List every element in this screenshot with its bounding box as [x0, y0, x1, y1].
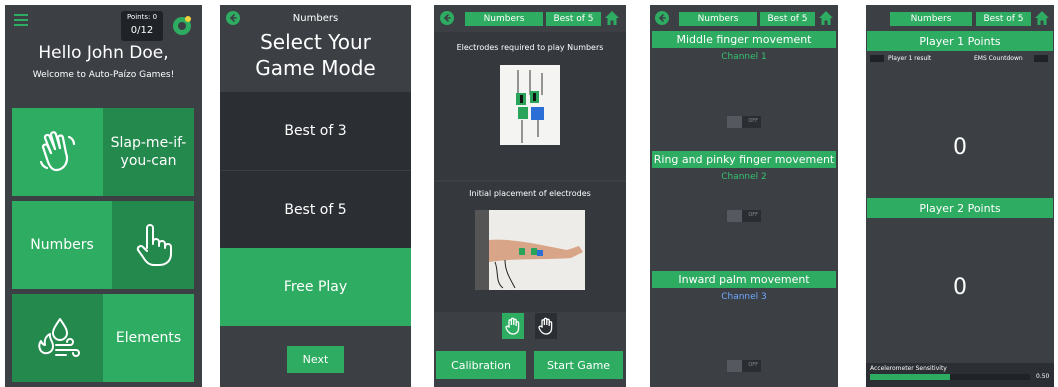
- app-logo-icon: [173, 16, 191, 35]
- electrodes-screen: Numbers Best of 5 Electrodes required to…: [434, 5, 626, 387]
- player1-header-text: Player 1 Points: [919, 34, 1001, 48]
- hand-select-button[interactable]: [502, 313, 524, 339]
- game-mode-text: Best of 5: [983, 14, 1024, 24]
- mode-option-label: Best of 5: [284, 201, 347, 218]
- game-mode-text: Best of 5: [767, 14, 808, 24]
- game-mode-text: Best of 5: [553, 14, 594, 24]
- game-name-text: Numbers: [483, 14, 525, 24]
- channel-label-1: Channel 1: [721, 52, 767, 62]
- player2-score: 0: [953, 275, 967, 300]
- movement-header-2: Ring and pinky finger movement: [652, 151, 836, 168]
- menu-icon[interactable]: [14, 14, 28, 26]
- points-badge: Points: 0 0/12: [121, 11, 163, 41]
- welcome-text: Welcome to Auto-Paízo Games!: [32, 70, 175, 80]
- tile-label-numbers: Numbers: [30, 237, 94, 253]
- hand-select-button[interactable]: [535, 313, 557, 339]
- movement-channels-screen: Numbers Best of 5 Middle finger movement…: [650, 5, 838, 387]
- waving-hand-icon: [12, 108, 103, 196]
- pointing-hand-icon: [112, 201, 194, 289]
- sensitivity-label: Accelerometer Sensitivity: [870, 365, 947, 372]
- page-title-text: Select Your Game Mode: [255, 30, 376, 80]
- channel-label-3: Channel 3: [721, 292, 767, 302]
- player1-header: Player 1 Points: [867, 31, 1053, 51]
- player1-result-label: Player 1 result: [888, 55, 932, 62]
- game-tile-elements[interactable]: Elements: [12, 294, 194, 382]
- next-button[interactable]: Next: [287, 346, 344, 373]
- points-value: 0/12: [130, 25, 154, 36]
- home-icon[interactable]: [1034, 10, 1050, 26]
- game-mode-screen: Numbers Select Your Game Mode Best of 3 …: [220, 5, 411, 387]
- ems-countdown-label: EMS Countdown: [974, 55, 1023, 62]
- channel-2-toggle[interactable]: OFF: [727, 210, 761, 222]
- mode-option-label: Free Play: [283, 279, 348, 295]
- tile-label-box: Numbers: [12, 201, 113, 289]
- tile-label-elements: Elements: [115, 330, 182, 346]
- placement-title: Initial placement of electrodes: [469, 189, 591, 198]
- game-tile-slap[interactable]: Slap-me-if-you-can: [12, 108, 194, 196]
- page-title: Select Your Game Mode: [220, 29, 411, 81]
- game-name-pill: Numbers: [890, 12, 972, 26]
- home-screen: Points: 0 0/12 Hello John Doe, Welcome t…: [5, 5, 202, 387]
- home-icon[interactable]: [604, 10, 620, 26]
- points-label: Points: 0: [126, 13, 158, 21]
- movement-name: Inward palm movement: [678, 273, 810, 286]
- game-tile-numbers[interactable]: Numbers: [12, 201, 194, 289]
- tile-label-box: Elements: [103, 294, 194, 382]
- electrodes-image: [500, 65, 560, 145]
- start-game-button[interactable]: Start Game: [534, 351, 623, 379]
- hand-icon: [505, 317, 520, 335]
- game-name-pill: Numbers: [465, 12, 543, 26]
- scoreboard-screen: Numbers Best of 5 Player 1 Points Player…: [866, 5, 1054, 387]
- start-game-label: Start Game: [546, 358, 611, 372]
- ems-countdown-switch[interactable]: [1034, 55, 1048, 62]
- player2-header-text: Player 2 Points: [919, 201, 1001, 215]
- calibration-label: Calibration: [451, 358, 511, 372]
- hand-icon: [538, 317, 553, 335]
- mode-option-best-of-3[interactable]: Best of 3: [220, 92, 411, 170]
- channel-1-toggle[interactable]: OFF: [727, 116, 761, 128]
- game-name-header: Numbers: [292, 13, 339, 24]
- channel-3-toggle[interactable]: OFF: [727, 360, 761, 372]
- sensitivity-slider-fill: [870, 374, 950, 380]
- movement-name: Ring and pinky finger movement: [653, 153, 835, 166]
- game-mode-pill: Best of 5: [546, 12, 601, 26]
- next-button-label: Next: [302, 353, 329, 366]
- game-mode-pill: Best of 5: [760, 12, 815, 26]
- toggle-state: OFF: [748, 362, 758, 368]
- back-arrow-icon[interactable]: [440, 11, 454, 25]
- player2-header: Player 2 Points: [867, 198, 1053, 218]
- electrodes-title: Electrodes required to play Numbers: [456, 43, 604, 52]
- mode-option-label: Best of 3: [284, 123, 347, 139]
- toggle-state: OFF: [748, 212, 758, 218]
- home-icon[interactable]: [818, 10, 834, 26]
- player1-result-switch[interactable]: [870, 55, 884, 62]
- back-arrow-icon[interactable]: [655, 11, 669, 25]
- player1-score: 0: [953, 135, 967, 160]
- game-name-pill: Numbers: [679, 12, 757, 26]
- sensitivity-slider[interactable]: [870, 374, 1030, 380]
- movement-header-1: Middle finger movement: [652, 31, 836, 48]
- tile-label-slap: Slap-me-if-you-can: [110, 135, 187, 169]
- calibration-button[interactable]: Calibration: [436, 351, 526, 379]
- mode-option-best-of-5[interactable]: Best of 5: [220, 170, 411, 248]
- greeting-text: Hello John Doe,: [38, 43, 169, 63]
- movement-name: Middle finger movement: [676, 33, 812, 46]
- mode-option-free-play[interactable]: Free Play: [220, 248, 411, 326]
- movement-header-3: Inward palm movement: [652, 271, 836, 288]
- tile-label-box: Slap-me-if-you-can: [103, 108, 194, 196]
- game-mode-pill: Best of 5: [976, 12, 1031, 26]
- elements-icon: [12, 294, 103, 382]
- game-name-text: Numbers: [910, 14, 952, 24]
- placement-image: [475, 210, 585, 290]
- channel-label-2: Channel 2: [721, 172, 767, 182]
- sensitivity-value: 0.50: [1036, 373, 1050, 380]
- game-name-text: Numbers: [697, 14, 739, 24]
- toggle-state: OFF: [748, 118, 758, 124]
